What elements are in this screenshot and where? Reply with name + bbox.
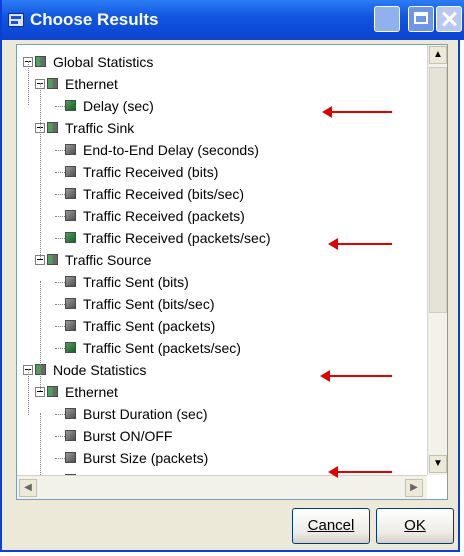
partial-box-icon[interactable]: [35, 56, 46, 67]
horizontal-scrollbar[interactable]: ◀ ▶: [17, 475, 427, 499]
tree-connector: [55, 216, 65, 217]
tree-item-label: Traffic Received (packets): [83, 208, 245, 224]
tree-connector: [55, 436, 65, 437]
tree-connector: [28, 61, 29, 105]
partial-box-icon[interactable]: [47, 386, 58, 397]
help-icon[interactable]: [374, 6, 400, 32]
tree-item-label: End-to-End Delay (seconds): [83, 142, 259, 158]
tree-item[interactable]: Traffic Sent (bits/sec): [17, 293, 422, 315]
tree-item[interactable]: Traffic Received (bits): [17, 161, 422, 183]
tree-item[interactable]: Burst Size (packets): [17, 447, 422, 469]
tree-connector: [55, 106, 65, 107]
partial-box-icon[interactable]: [47, 254, 58, 265]
annotation-arrow: [328, 238, 392, 250]
tree-item[interactable]: End-to-End Delay (seconds): [17, 139, 422, 161]
tree-item[interactable]: Traffic Sent (packets): [17, 315, 422, 337]
tree-connector: [55, 414, 65, 415]
tree-item[interactable]: Burst ON/OFF: [17, 425, 422, 447]
ok-button[interactable]: OK: [376, 508, 454, 544]
maximize-icon[interactable]: [408, 6, 434, 32]
tree-item-label: Burst ON/OFF: [83, 428, 173, 444]
tree-item[interactable]: Traffic Received (packets/sec): [17, 227, 422, 249]
tree-item-label: Delay (sec): [83, 98, 154, 114]
tree-item[interactable]: Traffic Received (bits/sec): [17, 183, 422, 205]
tree-connector: [55, 458, 65, 459]
tree-connector: [55, 348, 65, 349]
tree-item[interactable]: Node Statistics: [17, 359, 422, 381]
checked-box-icon[interactable]: [65, 342, 76, 353]
unchecked-box-icon[interactable]: [65, 166, 76, 177]
tree-item-label: Traffic Sent (packets/sec): [83, 340, 241, 356]
tree-item-label: Ethernet: [65, 384, 118, 400]
vertical-scrollbar[interactable]: ▲ ▼: [427, 45, 447, 475]
tree-item[interactable]: Traffic Source: [17, 249, 422, 271]
unchecked-box-icon[interactable]: [65, 210, 76, 221]
tree-connector: [55, 150, 65, 151]
tree-item-label: Burst Duration (sec): [83, 406, 208, 422]
tree-item-label: Traffic Received (packets/sec): [83, 230, 271, 246]
annotation-arrow: [322, 106, 392, 118]
tree-connector: [55, 304, 65, 305]
tree-item[interactable]: Traffic Sink: [17, 117, 422, 139]
tree-item[interactable]: Delay (sec): [17, 95, 422, 117]
unchecked-box-icon[interactable]: [65, 408, 76, 419]
tree-connector: [40, 127, 41, 259]
annotation-arrow: [328, 466, 392, 478]
unchecked-box-icon[interactable]: [65, 320, 76, 331]
tree-connector: [28, 369, 29, 415]
tree-item-label: Ethernet: [65, 76, 118, 92]
cancel-button[interactable]: Cancel: [292, 508, 370, 544]
choose-results-dialog: Choose Results Global Statistics Ethernet…: [0, 0, 464, 552]
unchecked-box-icon[interactable]: [65, 298, 76, 309]
tree-item[interactable]: Traffic Received (packets): [17, 205, 422, 227]
list-window-icon: [8, 13, 24, 27]
annotation-arrow: [320, 370, 392, 382]
tree-connector: [55, 238, 65, 239]
tree-item-label: Traffic Source: [65, 252, 152, 268]
unchecked-box-icon[interactable]: [65, 452, 76, 463]
tree-connector: [55, 172, 65, 173]
tree-item-label: Traffic Received (bits): [83, 164, 219, 180]
tree-item[interactable]: Global Statistics: [17, 51, 422, 73]
scroll-up-icon[interactable]: ▲: [429, 46, 447, 64]
tree-item-label: Traffic Sink: [65, 120, 135, 136]
scroll-right-icon[interactable]: ▶: [405, 479, 423, 497]
scroll-down-icon[interactable]: ▼: [429, 455, 447, 473]
unchecked-box-icon[interactable]: [65, 430, 76, 441]
unchecked-box-icon[interactable]: [65, 144, 76, 155]
tree-item[interactable]: Traffic Sent (packets/sec): [17, 337, 422, 359]
partial-box-icon[interactable]: [47, 78, 58, 89]
tree-item-label: Traffic Sent (packets): [83, 318, 216, 334]
partial-box-icon[interactable]: [47, 122, 58, 133]
tree-connector: [40, 281, 41, 391]
tree-connector: [55, 326, 65, 327]
tree-connector: [55, 194, 65, 195]
scroll-thumb[interactable]: [429, 67, 447, 313]
tree-item-label: Burst Size (packets): [83, 450, 209, 466]
window-title: Choose Results: [30, 10, 159, 29]
checked-box-icon[interactable]: [65, 100, 76, 111]
tree-item[interactable]: Burst Duration (sec): [17, 403, 422, 425]
tree-item-label: Traffic Received (bits/sec): [83, 186, 245, 202]
unchecked-box-icon[interactable]: [65, 188, 76, 199]
tree-item-label: Traffic Sent (bits): [83, 274, 189, 290]
scroll-left-icon[interactable]: ◀: [19, 479, 37, 497]
tree-item-label: Global Statistics: [53, 54, 154, 70]
tree-item[interactable]: Traffic Sent (bits): [17, 271, 422, 293]
close-icon[interactable]: [436, 6, 462, 32]
tree-connector: [55, 282, 65, 283]
title-bar[interactable]: Choose Results: [2, 0, 464, 40]
tree-item-label: Node Statistics: [53, 362, 147, 378]
tree-item-label: Traffic Sent (bits/sec): [83, 296, 215, 312]
tree-item[interactable]: Ethernet: [17, 381, 422, 403]
checked-box-icon[interactable]: [65, 232, 76, 243]
unchecked-box-icon[interactable]: [65, 276, 76, 287]
tree-item[interactable]: Ethernet: [17, 73, 422, 95]
